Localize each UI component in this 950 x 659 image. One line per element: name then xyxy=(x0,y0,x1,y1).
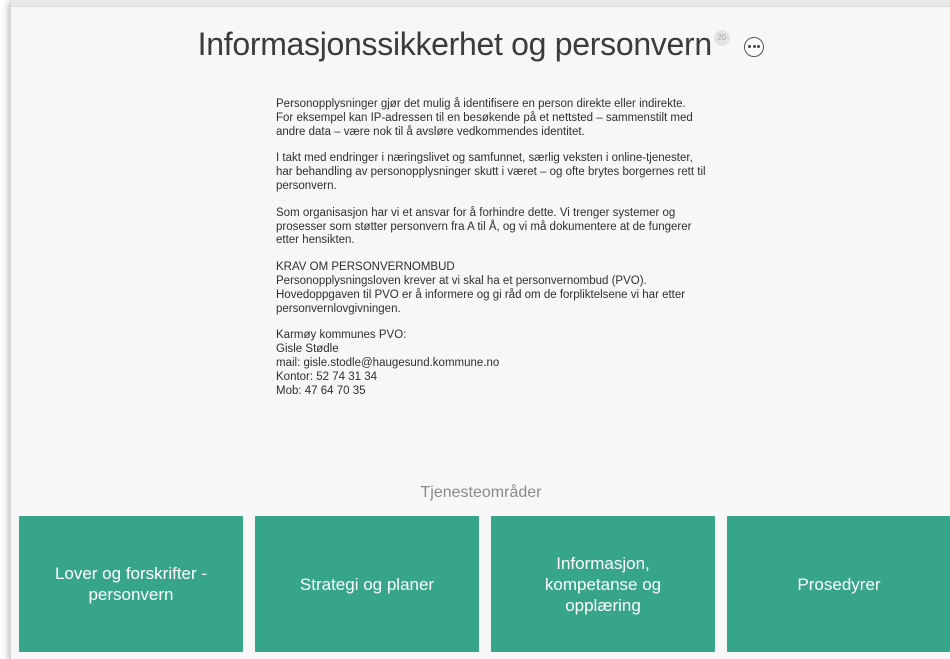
tile-label: Informasjon, kompetanse og opplæring xyxy=(544,553,662,615)
paragraph: Personopplysninger gjør det mulig å iden… xyxy=(276,98,693,138)
tile-prosedyrer[interactable]: Prosedyrer xyxy=(727,516,950,652)
contact-label: Karmøy kommunes PVO: xyxy=(276,329,407,342)
pvo-text: Personopplysningsloven krever at vi skal… xyxy=(276,274,686,315)
contact-block: Karmøy kommunes PVO: Gisle Stødle mail: … xyxy=(276,329,706,398)
tile-label: Prosedyrer xyxy=(797,574,881,594)
contact-name: Gisle Stødle xyxy=(276,343,339,356)
pvo-heading: KRAV OM PERSONVERNOMBUD xyxy=(276,261,455,274)
title-row: Informasjonssikkerhet og personvern 20 xyxy=(11,26,950,70)
tile-strategi-og-planer[interactable]: Strategi og planer xyxy=(255,516,479,652)
tile-informasjon-kompetanse[interactable]: Informasjon, kompetanse og opplæring xyxy=(491,516,715,652)
contact-mobile-phone: Mob: 47 64 70 35 xyxy=(276,384,366,397)
ellipsis-circle-icon[interactable] xyxy=(744,36,765,57)
window-top-edge xyxy=(11,0,950,7)
pvo-section: KRAV OM PERSONVERNOMBUD Personopplysning… xyxy=(276,261,706,316)
article-body: Personopplysninger gjør det mulig å iden… xyxy=(276,98,706,398)
tile-label: Lover og forskrifter - personvern xyxy=(54,564,208,604)
services-heading: Tjenesteområder xyxy=(420,484,542,501)
tile-label: Strategi og planer xyxy=(299,574,435,594)
paragraph: I takt med endringer i næringslivet og s… xyxy=(276,152,706,192)
page-title: Informasjonssikkerhet og personvern xyxy=(197,26,713,62)
paragraph: Som organisasjon har vi et ansvar for å … xyxy=(276,206,692,247)
app-window: Informasjonssikkerhet og personvern 20 Pe… xyxy=(10,0,950,659)
count-badge: 20 xyxy=(713,30,730,46)
contact-mail: mail: gisle.stodle@haugesund.kommune.no xyxy=(276,356,500,369)
contact-office-phone: Kontor: 52 74 31 34 xyxy=(276,370,378,383)
tile-lover-og-forskrifter[interactable]: Lover og forskrifter - personvern xyxy=(19,516,243,652)
